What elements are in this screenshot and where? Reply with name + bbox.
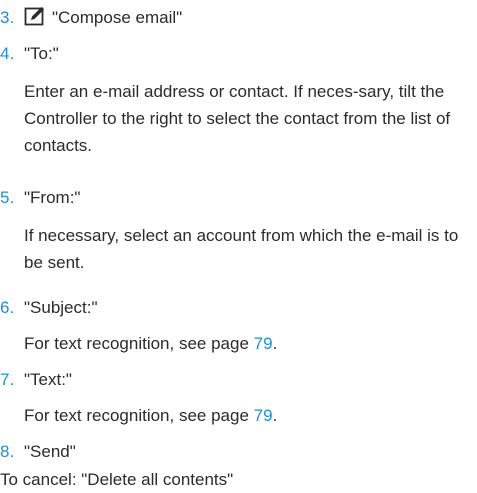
step-number: 8. (0, 442, 15, 461)
description-punctuation: . (272, 406, 278, 425)
step-number: 4. (0, 44, 15, 63)
step-label: "Text:" (24, 370, 72, 389)
step-label: "Subject:" (24, 298, 98, 317)
step-5-description: If necessary, select an account from whi… (24, 226, 459, 272)
description-punctuation: . (272, 334, 278, 353)
step-7-description: For text recognition, see page 79. (24, 402, 464, 429)
step-number: 7. (0, 370, 15, 389)
description-text: For text recognition, see page (24, 334, 254, 353)
step-label: "To:" (24, 44, 59, 63)
step-label: "Send" (24, 442, 76, 461)
step-number: 6. (0, 298, 15, 317)
cancel-instruction: To cancel: "Delete all contents" (0, 470, 234, 489)
description-text: For text recognition, see page (24, 406, 254, 425)
page-link[interactable]: 79 (254, 334, 273, 353)
step-6-description: For text recognition, see page 79. (24, 330, 464, 357)
step-label: "From:" (24, 188, 81, 207)
page-link[interactable]: 79 (254, 406, 273, 425)
step-4-description: Enter an e-mail address or contact. If n… (24, 82, 451, 155)
step-number: 5. (0, 188, 15, 207)
step-label: "Compose email" (24, 4, 182, 31)
instruction-page: 3. "Compose email" 4. "To:" Enter an e-m… (0, 0, 477, 493)
step-number: 3. (0, 8, 15, 27)
step-label-text: "Compose email" (52, 8, 183, 27)
compose-icon (24, 7, 44, 26)
